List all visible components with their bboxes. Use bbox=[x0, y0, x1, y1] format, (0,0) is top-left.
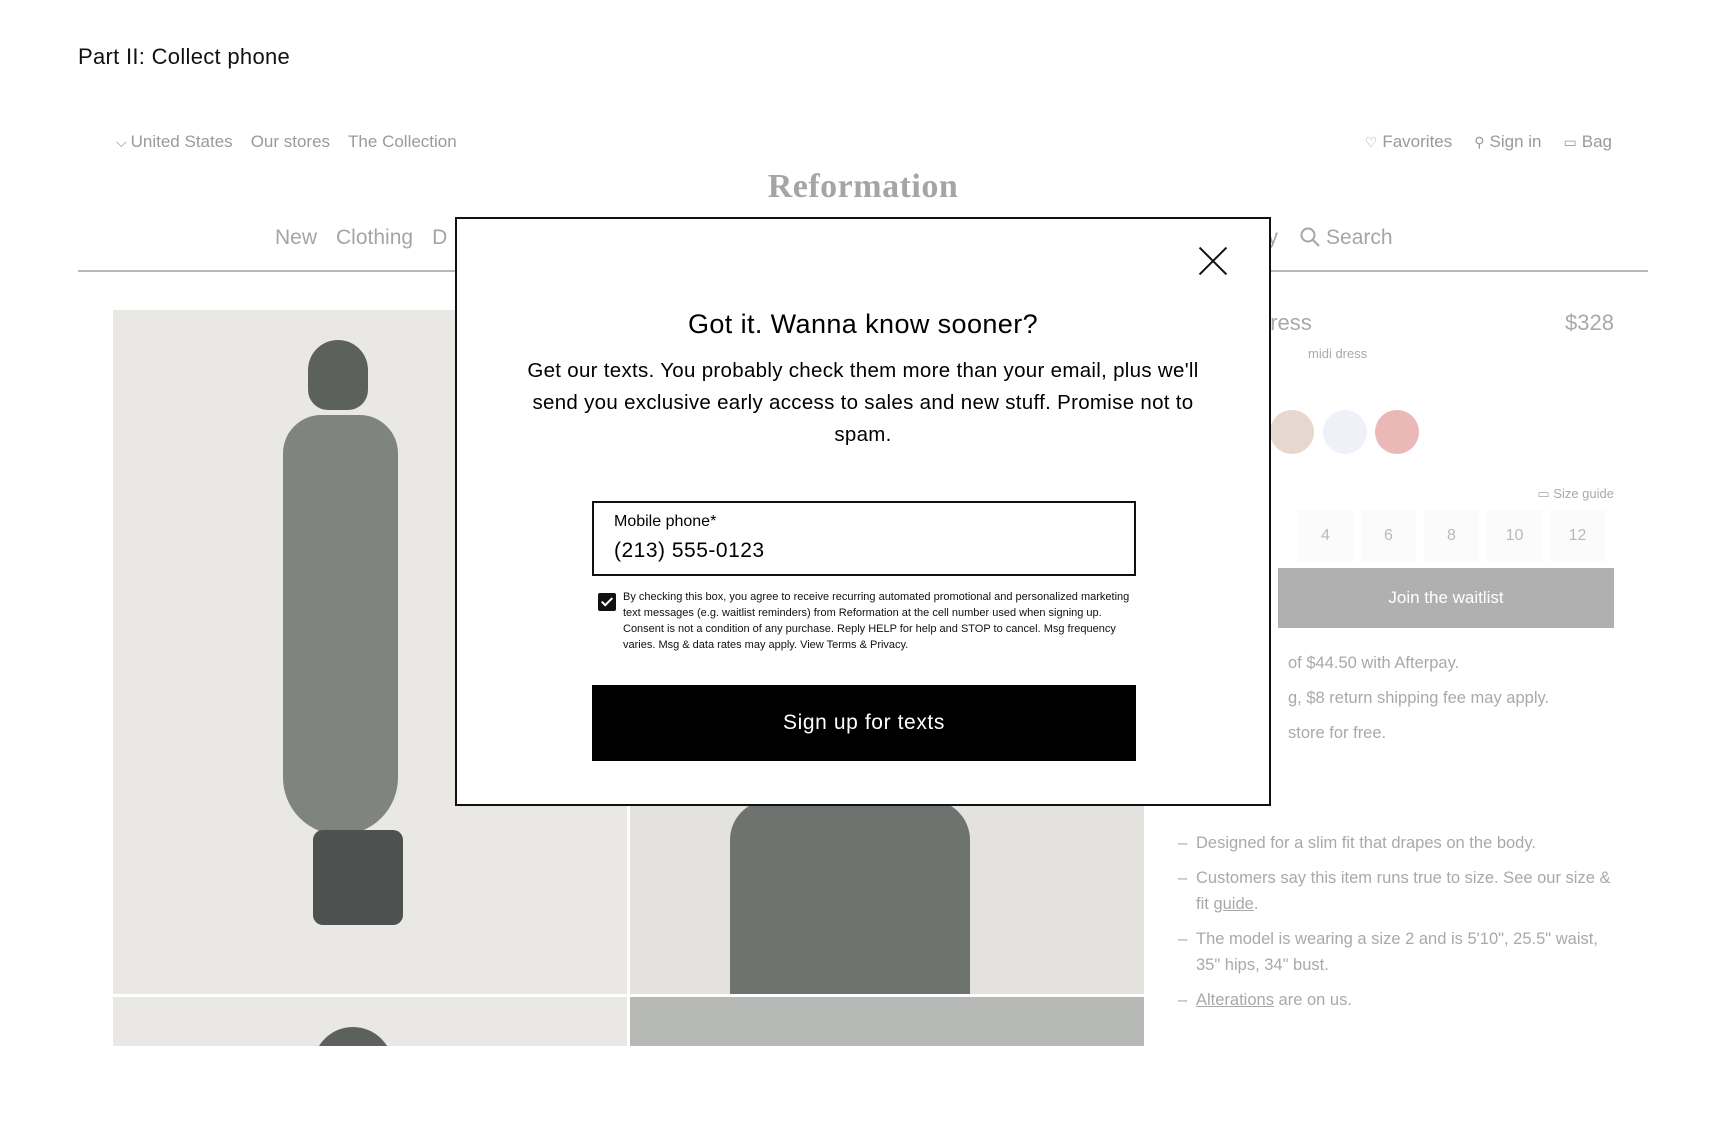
sms-signup-modal: Got it. Wanna know sooner? Get our texts… bbox=[455, 217, 1271, 806]
consent-text: By checking this box, you agree to recei… bbox=[623, 591, 1130, 651]
mobile-phone-field[interactable]: Mobile phone* bbox=[592, 501, 1136, 576]
modal-title: Got it. Wanna know sooner? bbox=[687, 309, 1039, 339]
modal-description: Get our texts. You probably check them m… bbox=[527, 359, 1199, 446]
consent-row: By checking this box, you agree to recei… bbox=[598, 589, 1138, 653]
close-icon[interactable] bbox=[1197, 245, 1229, 277]
sign-up-for-texts-button[interactable]: Sign up for texts bbox=[592, 685, 1136, 761]
mobile-phone-label: Mobile phone* bbox=[614, 513, 717, 530]
mobile-phone-input[interactable] bbox=[614, 539, 1114, 563]
consent-checkbox[interactable] bbox=[598, 593, 616, 611]
